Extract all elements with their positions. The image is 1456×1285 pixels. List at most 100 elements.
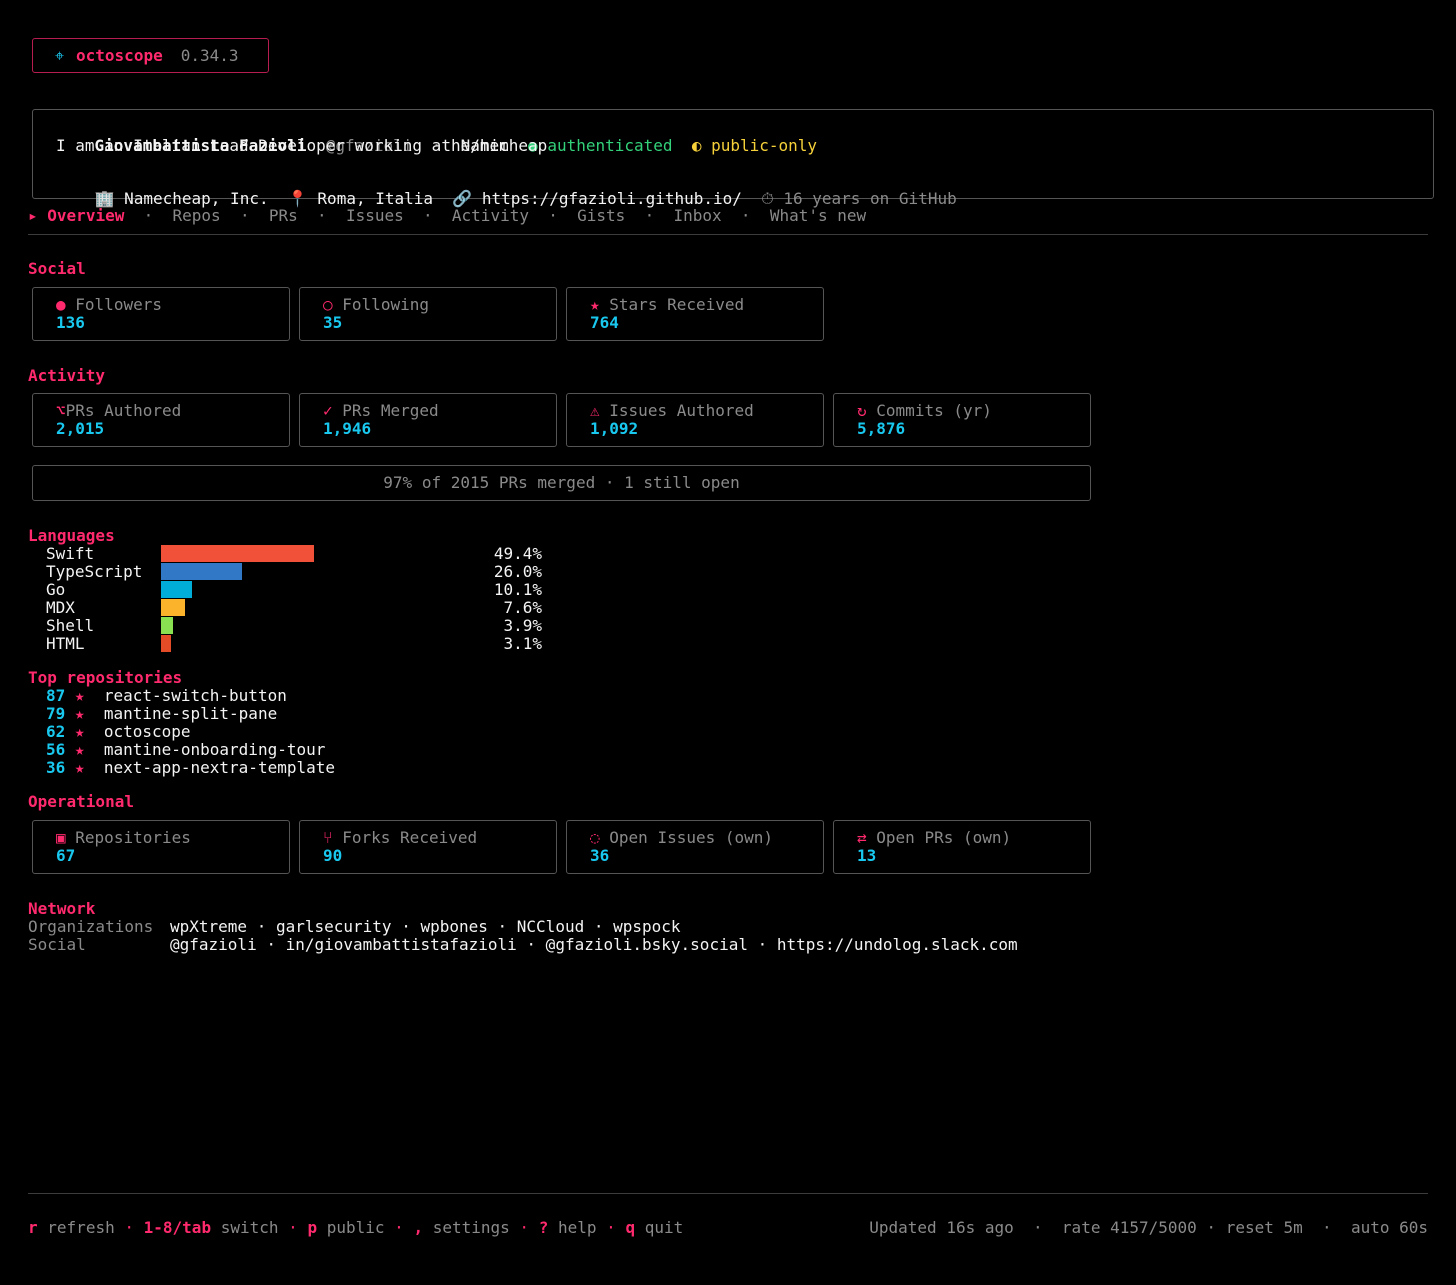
section-title-network: Network xyxy=(28,899,96,918)
card-issues-authored: ⚠ Issues Authored 1,092 xyxy=(566,393,824,447)
key-hint[interactable]: ? xyxy=(539,1218,549,1237)
star-icon: ★ xyxy=(74,722,85,741)
tab-repos[interactable]: Repos xyxy=(173,206,221,225)
list-item[interactable]: 56 ★ mantine-onboarding-tour xyxy=(46,741,325,759)
card-value: 90 xyxy=(323,846,343,865)
scope-status: public-only xyxy=(711,136,818,155)
auto-refresh: auto 60s xyxy=(1350,1218,1428,1237)
card-value: 36 xyxy=(590,846,610,865)
separator: · xyxy=(239,206,250,225)
active-tab-marker-icon: ▸ xyxy=(28,206,38,225)
card-following: ○ Following 35 xyxy=(299,287,557,341)
key-hint[interactable]: p xyxy=(307,1218,317,1237)
language-percent: 7.6% xyxy=(503,598,542,617)
tab-gists[interactable]: Gists xyxy=(577,206,625,225)
repo-stars: 36 xyxy=(46,758,66,777)
card-commits-yr: ↻ Commits (yr) 5,876 xyxy=(833,393,1091,447)
tab-activity[interactable]: Activity xyxy=(452,206,529,225)
language-bar xyxy=(161,635,171,652)
profile-panel: Giovambattista Fazioli @gfazioli · he/hi… xyxy=(32,109,1434,208)
tabs-divider xyxy=(28,234,1428,235)
card-value: 67 xyxy=(56,846,76,865)
separator: · xyxy=(644,206,655,225)
card-label: PRs Merged xyxy=(342,401,439,420)
swap-arrows-icon: ⇄ xyxy=(857,828,867,847)
status-bar: Updated 16s ago · rate 4157/5000 · reset… xyxy=(869,1219,1428,1237)
tab-whats-new[interactable]: What's new xyxy=(770,206,866,225)
language-bar xyxy=(161,617,173,634)
separator: · xyxy=(519,1218,530,1237)
repo-name: mantine-split-pane xyxy=(103,704,278,723)
language-percent: 3.9% xyxy=(503,616,542,635)
card-label: Issues Authored xyxy=(609,401,754,420)
language-percent: 3.1% xyxy=(503,634,542,653)
app-version: 0.34.3 xyxy=(180,45,239,65)
tab-prs[interactable]: PRs xyxy=(269,206,298,225)
card-label: Open PRs (own) xyxy=(876,828,1012,847)
separator: · xyxy=(740,206,751,225)
repo-stars: 56 xyxy=(46,740,66,759)
card-open-issues: ◌ Open Issues (own) 36 xyxy=(566,820,824,874)
star-icon: ★ xyxy=(590,295,600,314)
section-title-top-repos: Top repositories xyxy=(28,668,183,687)
language-bar xyxy=(161,599,185,616)
card-value: 764 xyxy=(590,313,619,332)
section-title-social: Social xyxy=(28,259,86,278)
language-bar xyxy=(161,545,314,562)
list-item[interactable]: 79 ★ mantine-split-pane xyxy=(46,705,277,723)
list-item[interactable]: 36 ★ next-app-nextra-template xyxy=(46,759,335,777)
card-followers: ● Followers 136 xyxy=(32,287,290,341)
language-percent: 10.1% xyxy=(493,580,542,599)
repo-stars: 79 xyxy=(46,704,66,723)
language-percent: 49.4% xyxy=(493,544,542,563)
footer-divider xyxy=(28,1193,1428,1194)
network-social: @gfazioli · in/giovambattistafazioli · @… xyxy=(170,935,1018,954)
section-title-operational: Operational xyxy=(28,792,134,811)
key-hint[interactable]: , xyxy=(413,1218,423,1237)
app-title-box: ⌖ octoscope 0.34.3 xyxy=(32,38,269,73)
separator: · xyxy=(288,1218,298,1237)
language-name: Go xyxy=(46,580,66,599)
key-hint[interactable]: r xyxy=(28,1218,38,1237)
list-item[interactable]: 62 ★ octoscope xyxy=(46,723,191,741)
auth-status: authenticated xyxy=(547,136,673,155)
half-circle-icon: ◐ xyxy=(691,136,702,155)
refresh-icon: ↻ xyxy=(857,401,867,420)
star-icon: ★ xyxy=(74,704,85,723)
network-social-label: Social xyxy=(28,935,86,954)
repo-name: next-app-nextra-template xyxy=(103,758,335,777)
key-hint[interactable]: q xyxy=(625,1218,635,1237)
card-label: Repositories xyxy=(75,828,191,847)
card-label: Open Issues (own) xyxy=(609,828,774,847)
fork-icon: ⑂ xyxy=(323,828,333,847)
separator: · xyxy=(1322,1218,1332,1237)
card-value: 136 xyxy=(56,313,85,332)
separator: · xyxy=(394,1218,404,1237)
tab-overview[interactable]: Overview xyxy=(47,206,124,225)
repo-box-icon: ▣ xyxy=(56,828,66,847)
key-action: public xyxy=(326,1218,385,1237)
card-value: 1,092 xyxy=(590,419,639,438)
network-orgs: wpXtreme · garlsecurity · wpbones · NCCl… xyxy=(170,917,681,936)
profile-bio: I am an Italian Lead Developer working a… xyxy=(56,136,548,155)
repo-name: react-switch-button xyxy=(103,686,287,705)
tab-issues[interactable]: Issues xyxy=(346,206,404,225)
key-hint[interactable]: 1-8/tab xyxy=(144,1218,211,1237)
language-bar xyxy=(161,581,192,598)
crosshair-icon: ⌖ xyxy=(55,45,65,65)
card-stars-received: ★ Stars Received 764 xyxy=(566,287,824,341)
card-value: 2,015 xyxy=(56,419,105,438)
repo-stars: 87 xyxy=(46,686,66,705)
check-icon: ✓ xyxy=(323,401,333,420)
card-prs-authored: ⌥PRs Authored 2,015 xyxy=(32,393,290,447)
list-item[interactable]: 87 ★ react-switch-button xyxy=(46,687,287,705)
section-title-languages: Languages xyxy=(28,526,115,545)
separator: · xyxy=(317,206,327,225)
updated-status: Updated 16s ago xyxy=(869,1218,1014,1237)
language-name: TypeScript xyxy=(46,562,143,581)
tab-inbox[interactable]: Inbox xyxy=(673,206,721,225)
issue-circle-icon: ◌ xyxy=(590,828,600,847)
key-action: quit xyxy=(644,1218,684,1237)
language-name: Shell xyxy=(46,616,95,635)
circle-icon: ○ xyxy=(323,295,333,314)
